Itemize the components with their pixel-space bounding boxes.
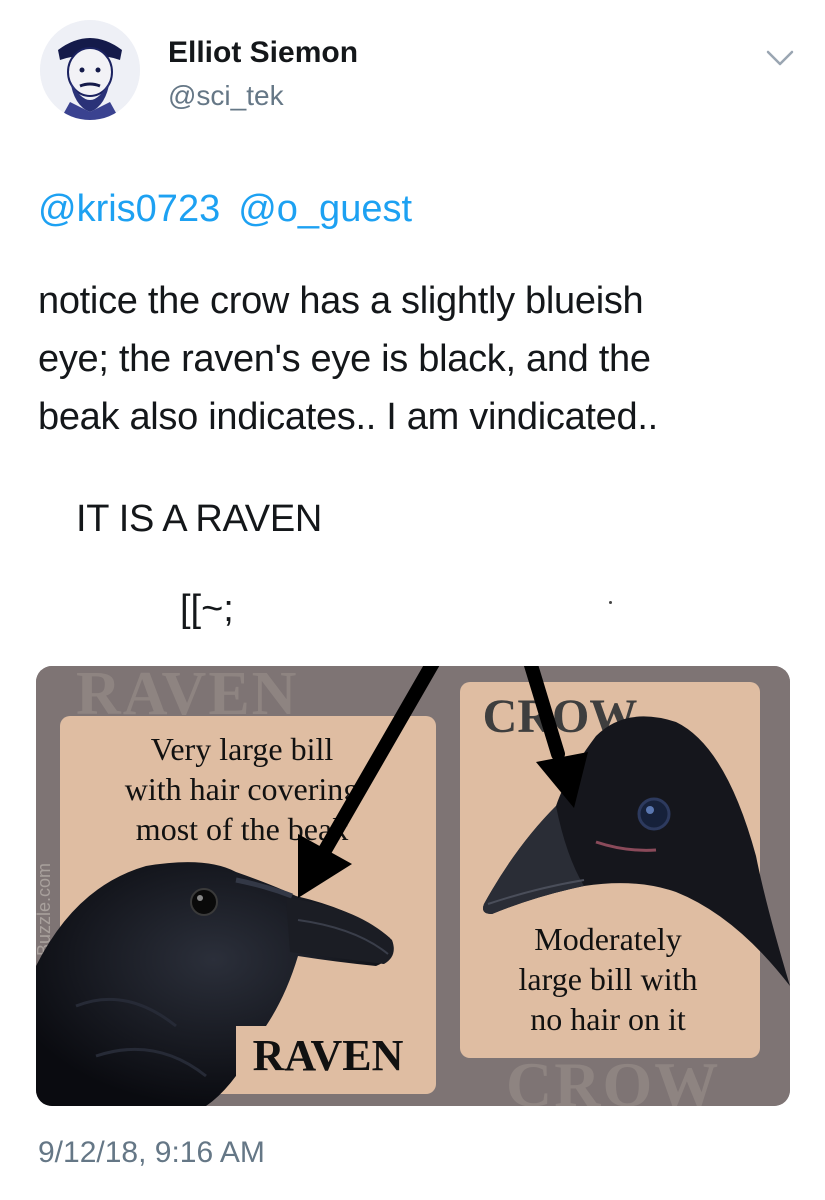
- tweet-text-line: eye; the raven's eye is black, and the: [38, 338, 651, 380]
- raven-caption-line: Very large bill: [151, 731, 334, 767]
- raven-vs-crow-illustration: RAVEN CROW Buzzle.com Very large bill wi…: [36, 666, 790, 1106]
- display-name[interactable]: Elliot Siemon: [168, 36, 358, 70]
- raven-label: RAVEN: [253, 1031, 404, 1080]
- tweet-media-image[interactable]: RAVEN CROW Buzzle.com Very large bill wi…: [36, 666, 790, 1106]
- crow-caption-line: no hair on it: [530, 1001, 686, 1037]
- mention-link[interactable]: @kris0723: [38, 188, 220, 230]
- avatar-portrait-icon: [40, 20, 140, 120]
- reply-mentions: @kris0723 @o_guest: [38, 188, 430, 231]
- crow-caption-line: Moderately: [534, 921, 682, 957]
- crow-caption-line: large bill with: [519, 961, 698, 997]
- tweet-menu-button[interactable]: [760, 44, 800, 74]
- tweet-text-line: beak also indicates.. I am vindicated..: [38, 396, 658, 438]
- author-avatar[interactable]: [40, 20, 140, 120]
- tweet-timestamp[interactable]: 9/12/18, 9:16 AM: [38, 1136, 265, 1170]
- user-handle[interactable]: @sci_tek: [168, 80, 284, 112]
- raven-caption-line: with hair covering: [125, 771, 360, 807]
- tweet-text: notice the crow has a slightly blueish e…: [38, 272, 798, 446]
- tweet-emoticon: [[~;: [180, 588, 234, 630]
- chevron-down-icon: [766, 50, 794, 66]
- tweet-text-line: notice the crow has a slightly blueish: [38, 280, 644, 322]
- tweet-emphasis-line: IT IS A RAVEN: [76, 498, 323, 540]
- stray-dot: [609, 601, 612, 604]
- mention-link[interactable]: @o_guest: [238, 188, 412, 230]
- raven-caption-line: most of the beak: [136, 811, 348, 847]
- crow-watermark: CROW: [506, 1049, 720, 1106]
